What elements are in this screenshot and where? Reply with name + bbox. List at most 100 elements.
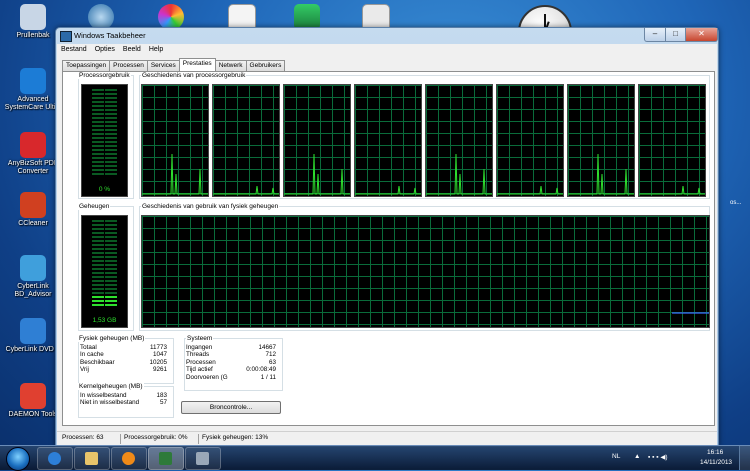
tab-gebruikers[interactable]: Gebruikers [245,60,286,71]
kv-value: 0:00:08:49 [246,366,276,374]
meter-bar [105,292,117,294]
kv-value: 1047 [152,351,167,359]
kv-key: Ingangen [186,344,213,351]
meter-bar [105,232,117,234]
menu-beeld[interactable]: Beeld [119,44,145,56]
desktop-icon[interactable]: DAEMON Tools [4,383,62,419]
meter-bar [92,300,104,302]
kv-row: Beschikbaar 10205 [80,359,167,366]
memory-history-label: Geschiedenis van gebruik van fysiek gehe… [141,203,280,210]
resource-monitor-button[interactable]: Broncontrole... [181,401,281,414]
desktop-icon-glyph [20,4,46,30]
desktop-icon[interactable]: CyberLink BD_Advisor [4,255,62,299]
meter-bar [92,232,104,234]
cpu-core-graph [354,84,422,197]
kv-key: Processen [186,358,216,366]
minimize-button[interactable]: – [644,28,666,42]
desktop-icon[interactable]: CCleaner [4,192,62,228]
cpu-core-line [568,153,634,195]
kv-row: Totaal 11773 [80,344,167,351]
title-bar[interactable]: Windows Taakbeheer – □ ✕ [56,28,718,44]
taskbar-program[interactable] [185,447,221,470]
meter-bar [92,236,104,238]
kv-value: 9261 [152,366,167,374]
meter-bar [92,280,104,282]
tab-prestaties[interactable]: Prestaties [178,58,216,71]
kv-value: 10205 [149,358,167,366]
taskbar-date[interactable]: 14/11/2013 [700,459,732,466]
meter-bar [92,292,104,294]
kv-value: 183 [156,392,167,399]
taskbar-time[interactable]: 16:16 [707,449,723,456]
tab-toepassingen[interactable]: Toepassingen [62,60,111,71]
tab-services[interactable]: Services [146,60,180,71]
meter-bar [105,248,117,250]
menu-opties[interactable]: Opties [91,44,119,56]
meter-bar [105,161,117,163]
meter-bar [105,252,117,254]
kv-value: 712 [265,351,276,359]
meter-bar [105,284,117,286]
meter-bar [105,173,117,175]
taskbar-ie[interactable] [37,447,73,470]
meter-bar [105,105,117,107]
status-processes: Processen: 63 [59,434,121,444]
taskbar-task-manager[interactable] [148,447,184,470]
desktop-icon-label: Prullenbak [16,32,50,39]
desktop-icon-label: AnyBizSoft PDF Converter [7,160,59,175]
close-button[interactable]: ✕ [685,28,718,42]
meter-bar [105,240,117,242]
meter-bar [105,228,117,230]
desktop-icon[interactable]: Advanced SystemCare Ultim [4,68,62,112]
desktop-icon-label: DAEMON Tools [8,411,58,418]
kv-key: Threads [186,351,210,359]
language-indicator[interactable]: NL [612,453,620,460]
kv-row: Tijd actief 0:00:08:49 [186,366,276,373]
taskbar-explorer[interactable] [74,447,110,470]
tab-processen[interactable]: Processen [109,60,148,71]
meter-bar [92,141,104,143]
physical-memory-title: Fysiek geheugen (MB) [78,335,146,342]
tray-arrow-icon[interactable]: ▲ [634,453,640,460]
meter-bar [105,89,117,91]
meter-bar [105,300,117,302]
start-button[interactable] [6,447,30,471]
meter-bar [105,224,117,226]
desktop-icon-glyph [20,383,46,409]
meter-bar [92,304,104,306]
kv-key: Niet in wisselbestand [80,399,140,407]
cpu-core-graph [567,84,635,197]
meter-bar [105,157,117,159]
cpu-meter-label: Processorgebruik [78,72,131,79]
meter-bar [105,117,117,119]
performance-panel: Processorgebruik 0 % Geschiedenis van pr… [62,71,715,426]
meter-bar [105,137,117,139]
tray-icons[interactable]: ▪ ▪ ▪ ◀) [648,453,688,461]
tab-netwerk[interactable]: Netwerk [214,60,247,71]
maximize-button[interactable]: □ [665,28,686,42]
menu-help[interactable]: Help [145,44,167,56]
meter-bar [105,93,117,95]
meter-bar [92,121,104,123]
meter-bar [105,121,117,123]
desktop-icon[interactable]: AnyBizSoft PDF Converter [4,132,62,176]
memory-meter-label: Geheugen [78,203,111,210]
meter-bar [92,296,104,298]
meter-bar [105,129,117,131]
cpu-core-line [426,153,492,195]
kv-row: Vrij 9261 [80,366,167,373]
meter-bar [105,113,117,115]
menu-bar: Bestand Opties Beeld Help [57,44,717,56]
meter-bar [92,129,104,131]
show-desktop-button[interactable] [739,446,750,470]
kv-key: Beschikbaar [80,358,115,366]
memory-history-graph [141,215,710,328]
meter-bar [92,256,104,258]
kv-row: In wisselbestand 183 [80,392,167,399]
desktop-icon[interactable]: Prullenbak [4,4,62,40]
taskbar-media-player[interactable] [111,447,147,470]
task-manager-window[interactable]: Windows Taakbeheer – □ ✕ Bestand Opties Be… [55,27,719,447]
desktop-icon[interactable]: CyberLink DVD S [4,318,62,354]
meter-bar [92,268,104,270]
menu-bestand[interactable]: Bestand [57,44,91,56]
